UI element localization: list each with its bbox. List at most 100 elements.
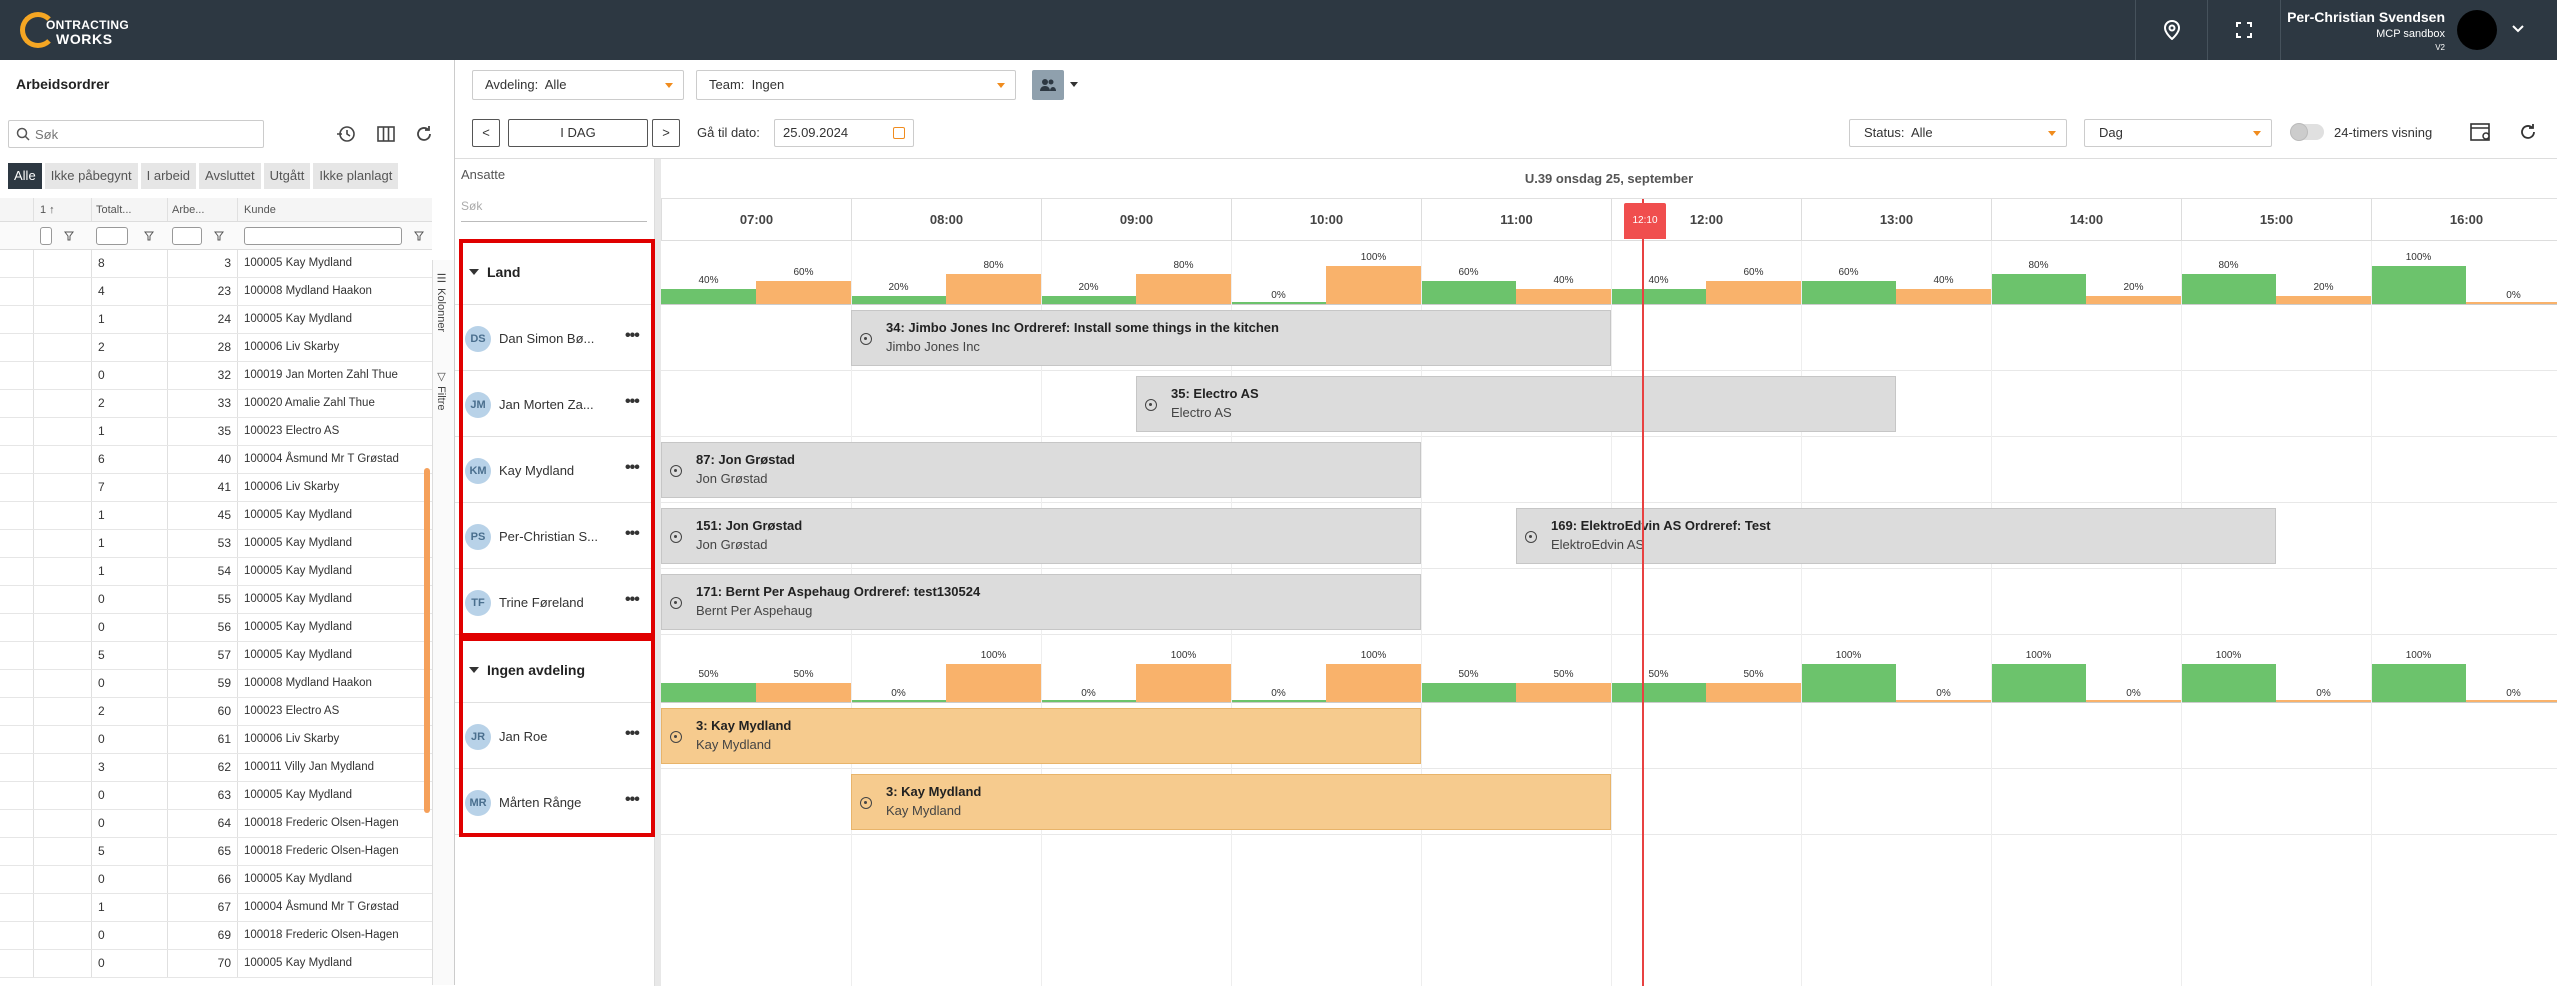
row-select-cell[interactable] (0, 278, 34, 305)
search-box[interactable] (8, 120, 264, 148)
filter-icon[interactable] (214, 231, 224, 241)
calendar-settings-icon[interactable] (2470, 122, 2492, 142)
table-row[interactable]: 1 35 100023 Electro AS (0, 418, 432, 446)
columns-side-tab[interactable]: ☰ Kolonner (435, 272, 448, 332)
row-select-cell[interactable] (0, 586, 34, 613)
select-all-checkbox[interactable] (40, 227, 52, 245)
row-select-cell[interactable] (0, 782, 34, 809)
row-select-cell[interactable] (0, 418, 34, 445)
task-event[interactable]: 34: Jimbo Jones Inc Ordreref: Install so… (851, 310, 1611, 366)
goto-date-input[interactable]: 25.09.2024 (774, 119, 914, 147)
table-row[interactable]: 5 57 100005 Kay Mydland (0, 642, 432, 670)
next-day-button[interactable]: > (652, 119, 680, 147)
task-event[interactable]: 3: Kay Mydland Kay Mydland (851, 774, 1611, 830)
prev-day-button[interactable]: < (472, 119, 500, 147)
table-row[interactable]: 0 32 100019 Jan Morten Zahl Thue (0, 362, 432, 390)
tab-ikke-pabegynt[interactable]: Ikke påbegynt (44, 163, 138, 189)
task-event[interactable]: 3: Kay Mydland Kay Mydland (661, 708, 1421, 764)
table-row[interactable]: 6 40 100004 Åsmund Mr T Grøstad (0, 446, 432, 474)
row-select-cell[interactable] (0, 670, 34, 697)
table-row[interactable]: 0 61 100006 Liv Skarby (0, 726, 432, 754)
row-select-cell[interactable] (0, 530, 34, 557)
table-row[interactable]: 8 3 100005 Kay Mydland (0, 250, 432, 278)
tab-avsluttet[interactable]: Avsluttet (199, 163, 261, 189)
row-select-cell[interactable] (0, 894, 34, 921)
chevron-down-icon[interactable] (2511, 24, 2525, 34)
task-event[interactable]: 87: Jon Grøstad Jon Grøstad (661, 442, 1421, 498)
col-customer-header[interactable]: Kunde (238, 198, 432, 221)
resource-search-input[interactable]: Søk (461, 199, 482, 213)
task-event[interactable]: 151: Jon Grøstad Jon Grøstad (661, 508, 1421, 564)
search-input[interactable] (35, 124, 255, 144)
table-row[interactable]: 1 67 100004 Åsmund Mr T Grøstad (0, 894, 432, 922)
chevron-down-icon[interactable] (1070, 82, 1078, 87)
filter-icon[interactable] (144, 231, 154, 241)
table-row[interactable]: 2 33 100020 Amalie Zahl Thue (0, 390, 432, 418)
col-total-header[interactable]: Totalt... (92, 198, 168, 221)
tab-ikke-planlagt[interactable]: Ikke planlagt (313, 163, 399, 189)
tab-i-arbeid[interactable]: I arbeid (140, 163, 197, 189)
row-select-cell[interactable] (0, 362, 34, 389)
table-row[interactable]: 0 55 100005 Kay Mydland (0, 586, 432, 614)
row-select-cell[interactable] (0, 614, 34, 641)
table-row[interactable]: 1 24 100005 Kay Mydland (0, 306, 432, 334)
row-select-cell[interactable] (0, 390, 34, 417)
table-row[interactable]: 7 41 100006 Liv Skarby (0, 474, 432, 502)
avdeling-select[interactable]: Avdeling: Alle (472, 70, 684, 100)
table-row[interactable]: 0 63 100005 Kay Mydland (0, 782, 432, 810)
row-select-cell[interactable] (0, 950, 34, 977)
app-logo[interactable]: ONTRACTING WORKS (20, 10, 130, 50)
task-event[interactable]: 171: Bernt Per Aspehaug Ordreref: test13… (661, 574, 1421, 630)
task-event[interactable]: 169: ElektroEdvin AS Ordreref: Test Elekt… (1516, 508, 2276, 564)
row-select-cell[interactable] (0, 250, 34, 277)
table-row[interactable]: 0 66 100005 Kay Mydland (0, 866, 432, 894)
filter-icon[interactable] (64, 231, 74, 241)
map-pin-button[interactable] (2135, 0, 2207, 60)
filters-side-tab[interactable]: ▽ Filtre (435, 370, 448, 411)
today-button[interactable]: I DAG (508, 119, 648, 147)
filter-icon[interactable] (414, 231, 424, 241)
table-row[interactable]: 3 62 100011 Villy Jan Mydland (0, 754, 432, 782)
row-select-cell[interactable] (0, 810, 34, 837)
row-select-cell[interactable] (0, 922, 34, 949)
status-select[interactable]: Status: Alle (1849, 119, 2067, 147)
table-row[interactable]: 0 64 100018 Frederic Olsen-Hagen (0, 810, 432, 838)
view-select[interactable]: Dag (2084, 119, 2272, 147)
user-menu[interactable]: Per-Christian Svendsen MCP sandbox V2 (2280, 0, 2557, 60)
columns-icon[interactable] (376, 124, 396, 144)
col-workorder-header[interactable]: Arbe... (168, 198, 238, 221)
refresh-icon[interactable] (414, 124, 434, 144)
grid-scrollbar[interactable] (424, 468, 430, 813)
row-select-cell[interactable] (0, 838, 34, 865)
row-select-cell[interactable] (0, 474, 34, 501)
row-select-cell[interactable] (0, 754, 34, 781)
col-number-header[interactable]: 1 ↑ (34, 198, 92, 221)
table-row[interactable]: 1 54 100005 Kay Mydland (0, 558, 432, 586)
table-row[interactable]: 0 70 100005 Kay Mydland (0, 950, 432, 978)
fullscreen-button[interactable] (2207, 0, 2279, 60)
refresh-icon[interactable] (2518, 122, 2538, 142)
row-select-cell[interactable] (0, 446, 34, 473)
table-row[interactable]: 0 69 100018 Frederic Olsen-Hagen (0, 922, 432, 950)
user-avatar[interactable] (2457, 10, 2497, 50)
row-select-cell[interactable] (0, 642, 34, 669)
customer-filter-input[interactable] (244, 227, 402, 245)
row-select-cell[interactable] (0, 306, 34, 333)
row-select-cell[interactable] (0, 866, 34, 893)
team-toggle-button[interactable] (1032, 70, 1064, 100)
row-select-cell[interactable] (0, 558, 34, 585)
tab-alle[interactable]: Alle (8, 163, 42, 189)
calendar-icon[interactable] (893, 127, 905, 139)
total-filter-input[interactable] (96, 227, 128, 245)
table-row[interactable]: 5 65 100018 Frederic Olsen-Hagen (0, 838, 432, 866)
row-select-cell[interactable] (0, 334, 34, 361)
24h-toggle[interactable] (2290, 123, 2324, 141)
row-select-cell[interactable] (0, 726, 34, 753)
workorder-filter-input[interactable] (172, 227, 202, 245)
team-select[interactable]: Team: Ingen (696, 70, 1016, 100)
row-select-cell[interactable] (0, 698, 34, 725)
table-row[interactable]: 0 56 100005 Kay Mydland (0, 614, 432, 642)
table-row[interactable]: 2 60 100023 Electro AS (0, 698, 432, 726)
table-row[interactable]: 1 45 100005 Kay Mydland (0, 502, 432, 530)
row-select-cell[interactable] (0, 502, 34, 529)
